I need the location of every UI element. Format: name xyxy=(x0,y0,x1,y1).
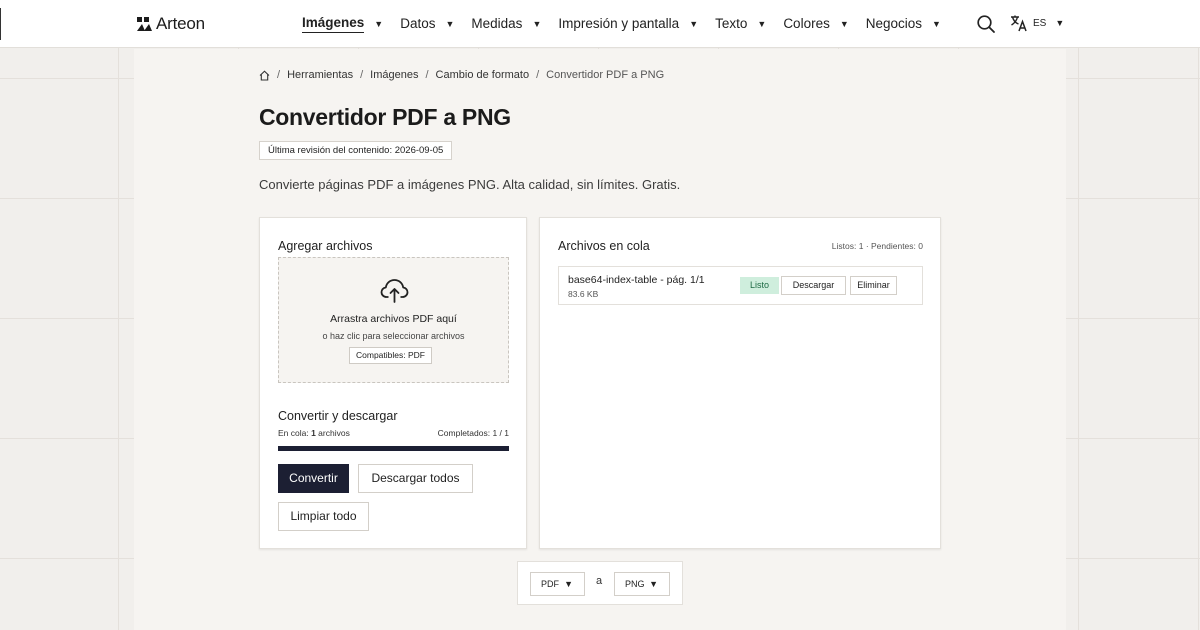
conversion-progress-bar xyxy=(278,446,509,451)
nav-item-imagenes[interactable]: Imágenes ▼ xyxy=(302,15,383,33)
breadcrumb-separator: / xyxy=(277,69,281,81)
queued-prefix: En cola: xyxy=(278,428,312,438)
breadcrumb-separator: / xyxy=(360,69,364,81)
cloud-upload-icon xyxy=(380,279,409,303)
source-format-value: PDF xyxy=(541,579,559,589)
queue-card-title: Archivos en cola xyxy=(558,239,650,253)
chevron-down-icon: ▼ xyxy=(445,19,455,29)
chevron-down-icon: ▼ xyxy=(932,19,941,29)
chevron-down-icon: ▼ xyxy=(757,19,767,29)
search-icon xyxy=(977,15,995,33)
status-badge: Listo xyxy=(740,277,779,294)
top-navigation-bar: Arteon Imágenes ▼ Datos ▼ Medidas ▼ Impr… xyxy=(0,0,1200,48)
language-selector[interactable]: ES ▼ xyxy=(1010,14,1064,32)
breadcrumb-cambio-de-formato[interactable]: Cambio de formato xyxy=(436,69,530,81)
completed-count-text: Completados: 1 / 1 xyxy=(437,428,509,438)
nav-item-label: Imágenes xyxy=(302,15,365,33)
nav-item-negocios[interactable]: Negocios ▼ xyxy=(866,16,941,33)
chevron-down-icon: ▼ xyxy=(532,19,542,29)
nav-item-label: Colores xyxy=(783,15,830,31)
file-name: base64-index-table - pág. 1/1 xyxy=(568,274,705,286)
upload-card-title: Agregar archivos xyxy=(278,239,373,253)
download-all-button[interactable]: Descargar todos xyxy=(358,464,473,493)
nav-item-label: Medidas xyxy=(471,15,523,31)
brand-name: Arteon xyxy=(156,14,205,33)
page-description: Convierte páginas PDF a imágenes PNG. Al… xyxy=(259,177,681,192)
target-format-value: PNG xyxy=(625,579,645,589)
clear-all-button[interactable]: Limpiar todo xyxy=(278,502,369,531)
search-button[interactable] xyxy=(976,14,996,34)
nav-item-label: Negocios xyxy=(865,15,923,31)
compatible-formats-chip: Compatibles: PDF xyxy=(349,347,432,364)
logo-mark-icon xyxy=(137,17,152,31)
chevron-down-icon: ▼ xyxy=(374,19,384,29)
progress-fill xyxy=(278,446,509,451)
review-date-badge: Última revisión del contenido: 2026-09-0… xyxy=(259,141,453,160)
breadcrumb-current: Convertidor PDF a PNG xyxy=(546,69,665,81)
upload-card: Agregar archivos Arrastra archivos PDF a… xyxy=(259,217,527,549)
nav-item-label: Impresión y pantalla xyxy=(558,15,680,31)
convert-section-title: Convertir y descargar xyxy=(278,409,398,423)
target-format-select[interactable]: PNG ▼ xyxy=(614,572,670,596)
breadcrumb: / Herramientas / Imágenes / Cambio de fo… xyxy=(259,69,664,81)
page-title: Convertidor PDF a PNG xyxy=(259,104,511,130)
window-edge-divider xyxy=(0,8,1,40)
translate-icon xyxy=(1011,15,1027,32)
queue-stats: Listos: 1 · Pendientes: 0 xyxy=(831,241,923,251)
breadcrumb-imagenes[interactable]: Imágenes xyxy=(370,69,418,81)
home-icon[interactable] xyxy=(259,69,270,81)
brand-logo[interactable]: Arteon xyxy=(137,14,205,34)
format-separator: a xyxy=(596,575,603,587)
dropzone-sub-text: o haz clic para seleccionar archivos xyxy=(322,331,465,341)
convert-button[interactable]: Convertir xyxy=(278,464,349,493)
queue-card: Archivos en cola Listos: 1 · Pendientes:… xyxy=(539,217,941,549)
chevron-down-icon: ▼ xyxy=(1055,18,1065,28)
nav-item-datos[interactable]: Datos ▼ xyxy=(400,16,454,33)
source-format-select[interactable]: PDF ▼ xyxy=(530,572,585,596)
queued-suffix: archivos xyxy=(315,428,350,438)
breadcrumb-herramientas[interactable]: Herramientas xyxy=(287,69,353,81)
nav-item-medidas[interactable]: Medidas ▼ xyxy=(471,16,541,33)
dropzone-main-text: Arrastra archivos PDF aquí xyxy=(330,313,457,325)
breadcrumb-separator: / xyxy=(536,69,540,81)
breadcrumb-separator: / xyxy=(425,69,429,81)
language-code: ES xyxy=(1033,17,1047,29)
file-dropzone[interactable]: Arrastra archivos PDF aquí o haz clic pa… xyxy=(278,257,509,383)
queued-count-text: En cola: 1 archivos xyxy=(278,428,350,438)
format-selector-bar: PDF ▼ a PNG ▼ xyxy=(517,561,683,605)
main-nav: Imágenes ▼ Datos ▼ Medidas ▼ Impresión y… xyxy=(302,0,958,48)
list-item: base64-index-table - pág. 1/1 83.6 KB Li… xyxy=(558,266,923,305)
remove-file-button[interactable]: Eliminar xyxy=(850,276,897,295)
chevron-down-icon: ▼ xyxy=(839,19,849,29)
nav-item-texto[interactable]: Texto ▼ xyxy=(715,16,766,33)
file-size: 83.6 KB xyxy=(568,289,599,299)
nav-item-label: Datos xyxy=(400,15,436,31)
chevron-down-icon: ▼ xyxy=(689,19,699,29)
nav-item-colores[interactable]: Colores ▼ xyxy=(783,16,848,33)
nav-item-impresion[interactable]: Impresión y pantalla ▼ xyxy=(558,16,698,33)
download-file-button[interactable]: Descargar xyxy=(781,276,846,295)
main-content-panel: / Herramientas / Imágenes / Cambio de fo… xyxy=(134,49,1066,630)
chevron-down-icon: ▼ xyxy=(564,579,573,589)
nav-item-label: Texto xyxy=(715,15,748,31)
chevron-down-icon: ▼ xyxy=(649,579,658,589)
